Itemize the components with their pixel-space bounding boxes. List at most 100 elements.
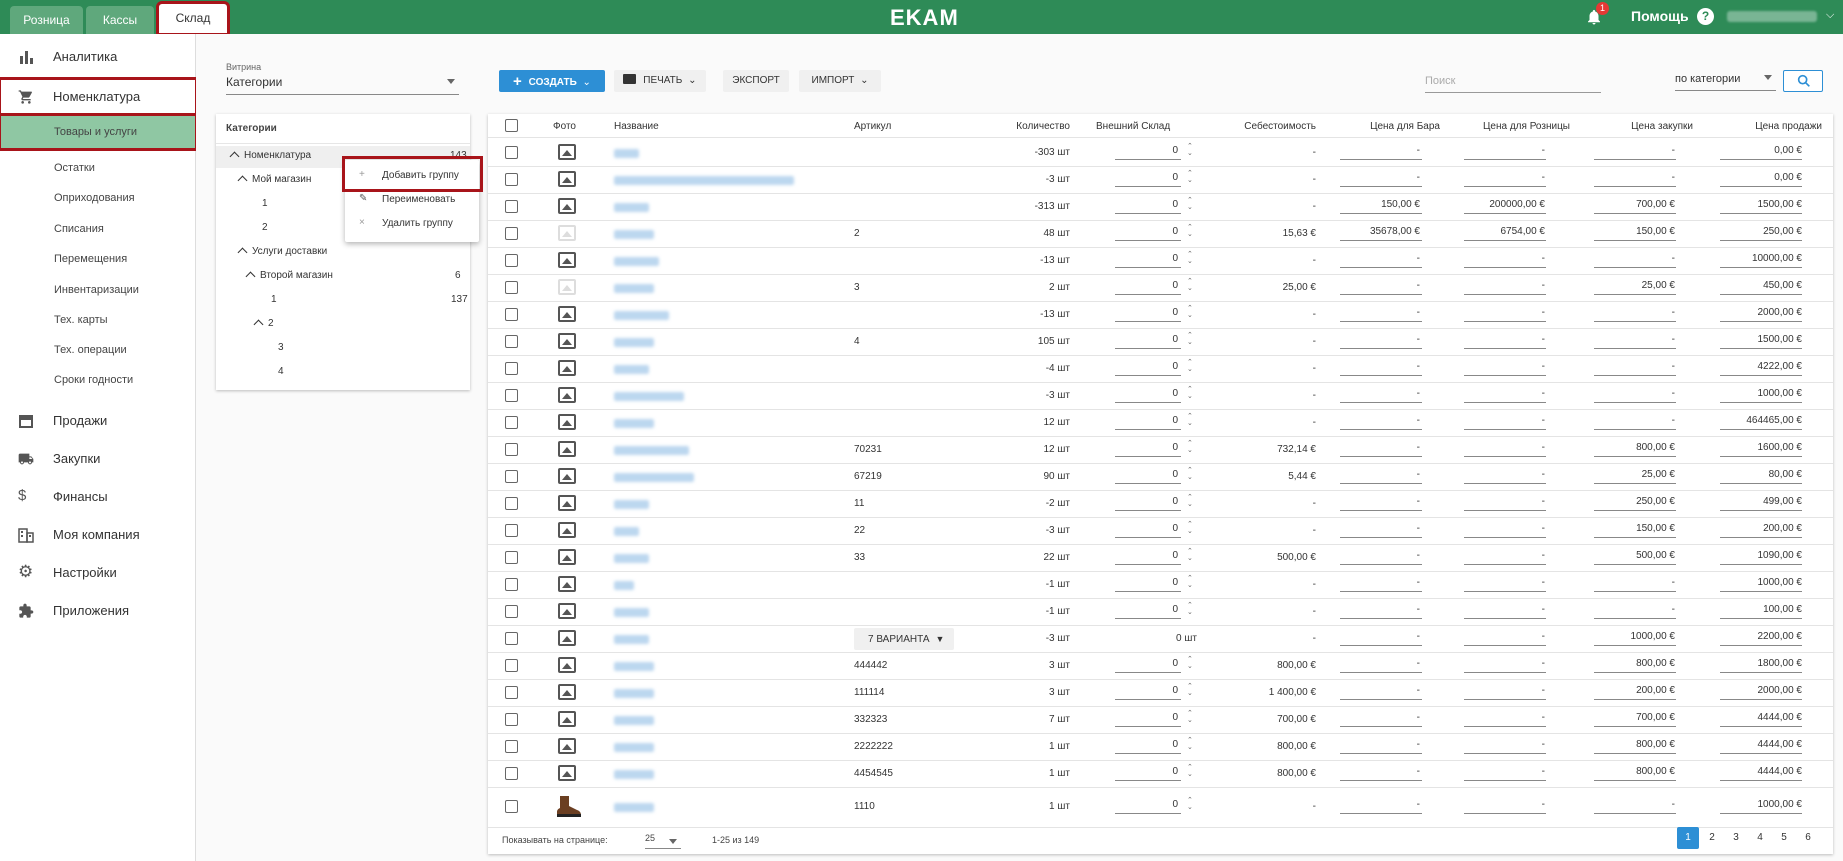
external-stock-input[interactable]: 0 xyxy=(1115,550,1178,561)
retail-price-input[interactable]: - xyxy=(1464,799,1545,810)
tree-item[interactable]: 3 xyxy=(278,342,284,353)
retail-price-input[interactable]: - xyxy=(1464,658,1545,669)
purchase-price-input[interactable]: 800,00 € xyxy=(1594,442,1675,453)
sidebar-item-company[interactable]: Моя компания xyxy=(0,517,196,553)
sale-price-input[interactable]: 10000,00 € xyxy=(1720,253,1802,264)
retail-price-input[interactable]: - xyxy=(1464,334,1545,345)
retail-price-input[interactable]: - xyxy=(1464,604,1545,615)
col-header-purchase-price[interactable]: Цена закупки xyxy=(1590,121,1693,132)
external-stock-input[interactable]: 0 xyxy=(1115,334,1178,345)
user-menu[interactable] xyxy=(1727,11,1817,22)
external-stock-input[interactable]: 0 xyxy=(1115,712,1178,723)
external-stock-input[interactable]: 0 xyxy=(1115,280,1178,291)
tree-item-second-store[interactable]: Второй магазин xyxy=(245,270,333,282)
purchase-price-input[interactable]: - xyxy=(1594,577,1675,588)
bar-price-input[interactable]: - xyxy=(1340,496,1420,507)
per-page-select[interactable]: 25 xyxy=(645,833,681,849)
row-checkbox[interactable] xyxy=(505,659,518,672)
sale-price-input[interactable]: 0,00 € xyxy=(1720,172,1802,183)
stepper-icon[interactable]: ⌃ ⌄ xyxy=(1187,224,1193,238)
external-stock-input[interactable]: 0 xyxy=(1115,577,1178,588)
row-checkbox[interactable] xyxy=(505,281,518,294)
product-name-link[interactable] xyxy=(614,284,654,293)
purchase-price-input[interactable]: 700,00 € xyxy=(1594,712,1675,723)
retail-price-input[interactable]: 200000,00 € xyxy=(1464,199,1545,210)
stepper-icon[interactable]: ⌃ ⌄ xyxy=(1187,737,1193,751)
retail-price-input[interactable]: - xyxy=(1464,442,1545,453)
stepper-icon[interactable]: ⌃ ⌄ xyxy=(1187,521,1193,535)
product-name-link[interactable] xyxy=(614,365,649,374)
sidebar-item-analytics[interactable]: Аналитика xyxy=(0,39,196,75)
menu-item-rename[interactable]: ✎ Переименовать xyxy=(345,188,479,210)
sale-price-input[interactable]: 100,00 € xyxy=(1720,604,1802,615)
external-stock-input[interactable]: 0 xyxy=(1115,739,1178,750)
sidebar-subitem-receipts[interactable]: Оприходования xyxy=(0,185,196,211)
row-checkbox[interactable] xyxy=(505,551,518,564)
row-checkbox[interactable] xyxy=(505,389,518,402)
bar-price-input[interactable]: - xyxy=(1340,766,1420,777)
bar-price-input[interactable]: - xyxy=(1340,739,1420,750)
product-name-link[interactable] xyxy=(614,770,654,779)
stepper-icon[interactable]: ⌃ ⌄ xyxy=(1187,386,1193,400)
sale-price-input[interactable]: 1090,00 € xyxy=(1720,550,1803,561)
purchase-price-input[interactable]: - xyxy=(1594,307,1675,318)
retail-price-input[interactable]: - xyxy=(1464,523,1545,534)
retail-price-input[interactable]: - xyxy=(1464,145,1545,156)
external-stock-input[interactable]: 0 xyxy=(1115,226,1178,237)
purchase-price-input[interactable]: - xyxy=(1594,334,1675,345)
external-stock-input[interactable]: 0 xyxy=(1115,604,1178,615)
purchase-price-input[interactable]: - xyxy=(1594,145,1675,156)
product-name-link[interactable] xyxy=(614,716,654,725)
purchase-price-input[interactable]: - xyxy=(1594,361,1675,372)
external-stock-input[interactable]: 0 xyxy=(1115,799,1178,810)
purchase-price-input[interactable]: 700,00 € xyxy=(1594,199,1675,210)
retail-price-input[interactable]: - xyxy=(1464,631,1545,642)
page-6[interactable]: 6 xyxy=(1797,827,1819,849)
stepper-icon[interactable]: ⌃ ⌄ xyxy=(1187,656,1193,670)
external-stock-input[interactable]: 0 xyxy=(1115,172,1178,183)
product-name-link[interactable] xyxy=(614,392,684,401)
purchase-price-input[interactable]: 150,00 € xyxy=(1594,523,1675,534)
sidebar-subitem-expiry[interactable]: Сроки годности xyxy=(0,367,196,393)
bar-price-input[interactable]: - xyxy=(1340,799,1420,810)
stepper-icon[interactable]: ⌃ ⌄ xyxy=(1187,278,1193,292)
tree-item[interactable]: 1 xyxy=(271,294,277,305)
sale-price-input[interactable]: 4444,00 € xyxy=(1720,766,1803,777)
stepper-icon[interactable]: ⌃ ⌄ xyxy=(1187,359,1193,373)
row-checkbox[interactable] xyxy=(505,362,518,375)
tree-item-root[interactable]: Номенклатура xyxy=(229,150,311,162)
row-checkbox[interactable] xyxy=(505,713,518,726)
external-stock-input[interactable]: 0 xyxy=(1115,253,1178,264)
sidebar-subitem-tech-ops[interactable]: Тех. операции xyxy=(0,337,196,363)
sale-price-input[interactable]: 4444,00 € xyxy=(1720,712,1803,723)
sidebar-item-purchases[interactable]: Закупки xyxy=(0,441,196,477)
col-header-cost[interactable]: Себестоимость xyxy=(1200,121,1316,132)
row-checkbox[interactable] xyxy=(505,686,518,699)
retail-price-input[interactable]: - xyxy=(1464,577,1545,588)
page-3[interactable]: 3 xyxy=(1725,827,1747,849)
product-name-link[interactable] xyxy=(614,689,654,698)
tree-item[interactable]: 1 xyxy=(262,198,268,209)
col-header-retail-price[interactable]: Цена для Розницы xyxy=(1460,121,1570,132)
stepper-icon[interactable]: ⌃ ⌄ xyxy=(1187,251,1193,265)
col-header-name[interactable]: Название xyxy=(614,121,659,132)
tree-item[interactable]: 2 xyxy=(253,318,274,330)
product-name-link[interactable] xyxy=(614,803,654,812)
product-name-link[interactable] xyxy=(614,500,649,509)
sale-price-input[interactable]: 250,00 € xyxy=(1720,226,1802,237)
stepper-icon[interactable]: ⌃ ⌄ xyxy=(1187,440,1193,454)
product-name-link[interactable] xyxy=(614,635,649,644)
row-checkbox[interactable] xyxy=(505,578,518,591)
sidebar-subitem-goods[interactable]: Товары и услуги xyxy=(0,113,198,151)
row-checkbox[interactable] xyxy=(505,200,518,213)
bar-price-input[interactable]: - xyxy=(1340,253,1420,264)
row-checkbox[interactable] xyxy=(505,767,518,780)
external-stock-input[interactable]: 0 xyxy=(1115,145,1178,156)
variants-dropdown[interactable]: 7 ВАРИАНТА ▼ xyxy=(854,628,954,650)
sidebar-item-sales[interactable]: Продажи xyxy=(0,403,196,439)
retail-price-input[interactable]: - xyxy=(1464,550,1545,561)
sale-price-input[interactable]: 1000,00 € xyxy=(1720,577,1803,588)
print-button[interactable]: ПЕЧАТЬ ⌄ xyxy=(614,70,706,92)
select-all-checkbox[interactable] xyxy=(505,119,518,132)
tree-item-delivery[interactable]: Услуги доставки xyxy=(237,246,327,258)
